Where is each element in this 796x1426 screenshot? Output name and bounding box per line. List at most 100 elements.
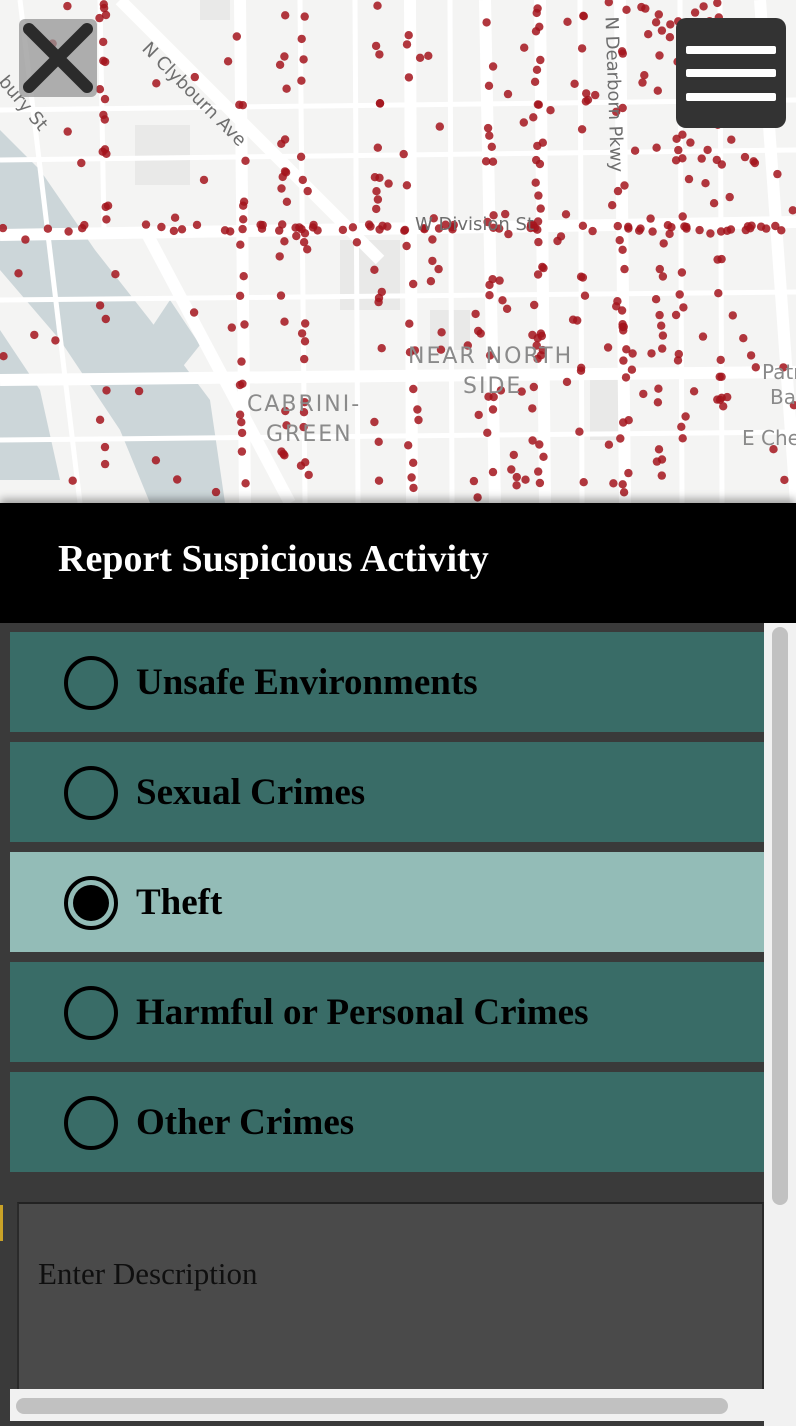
incident-marker[interactable] (100, 94, 110, 104)
incident-marker[interactable] (282, 197, 292, 206)
incident-marker[interactable] (237, 447, 247, 456)
incident-marker[interactable] (373, 195, 383, 204)
incident-marker[interactable] (619, 356, 628, 365)
incident-marker[interactable] (537, 331, 546, 341)
incident-marker[interactable] (352, 238, 362, 247)
incident-marker[interactable] (534, 100, 543, 109)
incident-marker[interactable] (434, 264, 443, 274)
incident-marker[interactable] (682, 222, 691, 232)
incident-marker[interactable] (488, 62, 498, 71)
incident-marker[interactable] (192, 220, 202, 230)
incident-marker[interactable] (619, 488, 629, 497)
incident-marker[interactable] (621, 373, 631, 382)
incident-marker[interactable] (533, 270, 543, 279)
incident-marker[interactable] (482, 18, 491, 27)
incident-marker[interactable] (613, 186, 623, 196)
incident-marker[interactable] (151, 456, 161, 465)
incident-marker[interactable] (169, 226, 179, 236)
incident-marker[interactable] (488, 157, 498, 166)
incident-marker[interactable] (51, 336, 60, 345)
incident-marker[interactable] (474, 410, 483, 420)
incident-marker[interactable] (627, 365, 637, 374)
incident-marker[interactable] (562, 377, 572, 387)
incident-marker[interactable] (658, 272, 668, 281)
incident-marker[interactable] (512, 472, 521, 482)
incident-marker[interactable] (616, 434, 625, 443)
incident-marker[interactable] (292, 231, 301, 241)
incident-marker[interactable] (672, 134, 681, 143)
option-theft[interactable]: Theft (10, 852, 764, 952)
incident-marker[interactable] (503, 89, 513, 99)
incident-marker[interactable] (577, 125, 587, 134)
incident-marker[interactable] (280, 135, 290, 144)
incident-marker[interactable] (280, 237, 289, 246)
incident-marker[interactable] (654, 445, 664, 454)
incident-marker[interactable] (613, 221, 622, 231)
incident-marker[interactable] (640, 71, 649, 80)
incident-marker[interactable] (561, 210, 571, 219)
incident-marker[interactable] (415, 53, 425, 62)
incident-marker[interactable] (638, 78, 647, 87)
incident-marker[interactable] (63, 127, 72, 136)
incident-marker[interactable] (528, 404, 537, 413)
incident-marker[interactable] (624, 222, 633, 231)
option-sexual-crimes[interactable]: Sexual Crimes (10, 742, 764, 842)
incident-marker[interactable] (577, 363, 586, 372)
incident-marker[interactable] (235, 291, 245, 300)
incident-marker[interactable] (239, 272, 248, 281)
incident-marker[interactable] (534, 237, 543, 247)
incident-marker[interactable] (298, 175, 307, 185)
incident-marker[interactable] (646, 214, 655, 223)
option-harmful-or-personal-crimes[interactable]: Harmful or Personal Crimes (10, 962, 764, 1062)
incident-marker[interactable] (740, 152, 750, 162)
crime-map[interactable]: NEAR NORTH SIDE CABRINI- GREEN Patr Ba E… (0, 0, 796, 503)
incident-marker[interactable] (709, 199, 719, 208)
incident-marker[interactable] (95, 301, 105, 310)
incident-marker[interactable] (658, 344, 667, 353)
incident-marker[interactable] (30, 330, 39, 340)
incident-marker[interactable] (407, 473, 416, 482)
incident-marker[interactable] (189, 308, 199, 317)
incident-marker[interactable] (657, 26, 667, 35)
incident-marker[interactable] (756, 222, 766, 231)
incident-marker[interactable] (226, 227, 235, 236)
incident-marker[interactable] (68, 476, 77, 485)
incident-marker[interactable] (240, 320, 249, 329)
incident-marker[interactable] (299, 55, 308, 64)
incident-marker[interactable] (502, 304, 512, 313)
incident-marker[interactable] (613, 297, 622, 306)
incident-marker[interactable] (275, 60, 285, 69)
incident-marker[interactable] (413, 405, 422, 414)
incident-marker[interactable] (296, 461, 306, 470)
incident-marker[interactable] (404, 441, 413, 450)
incident-marker[interactable] (615, 236, 624, 245)
incident-marker[interactable] (706, 229, 715, 238)
incident-marker[interactable] (374, 476, 384, 485)
incident-marker[interactable] (684, 174, 694, 184)
incident-marker[interactable] (653, 86, 662, 95)
incident-marker[interactable] (437, 328, 446, 337)
incident-marker[interactable] (521, 475, 530, 484)
incident-marker[interactable] (746, 351, 756, 360)
incident-marker[interactable] (485, 280, 494, 290)
incident-marker[interactable] (532, 65, 542, 75)
incident-marker[interactable] (485, 291, 494, 300)
incident-marker[interactable] (618, 320, 627, 329)
incident-marker[interactable] (177, 225, 187, 234)
incident-marker[interactable] (375, 99, 385, 108)
incident-marker[interactable] (573, 316, 582, 325)
incident-marker[interactable] (141, 220, 151, 229)
incident-marker[interactable] (648, 227, 657, 236)
incident-marker[interactable] (533, 4, 542, 13)
incident-marker[interactable] (280, 52, 289, 61)
incident-marker[interactable] (654, 10, 663, 19)
incident-marker[interactable] (553, 236, 562, 246)
incident-marker[interactable] (372, 204, 381, 214)
incident-marker[interactable] (604, 0, 613, 7)
incident-marker[interactable] (236, 240, 245, 249)
incident-marker[interactable] (304, 470, 313, 480)
incident-marker[interactable] (717, 160, 726, 169)
incident-marker[interactable] (713, 395, 722, 404)
incident-marker[interactable] (366, 222, 375, 231)
incident-marker[interactable] (604, 440, 614, 449)
